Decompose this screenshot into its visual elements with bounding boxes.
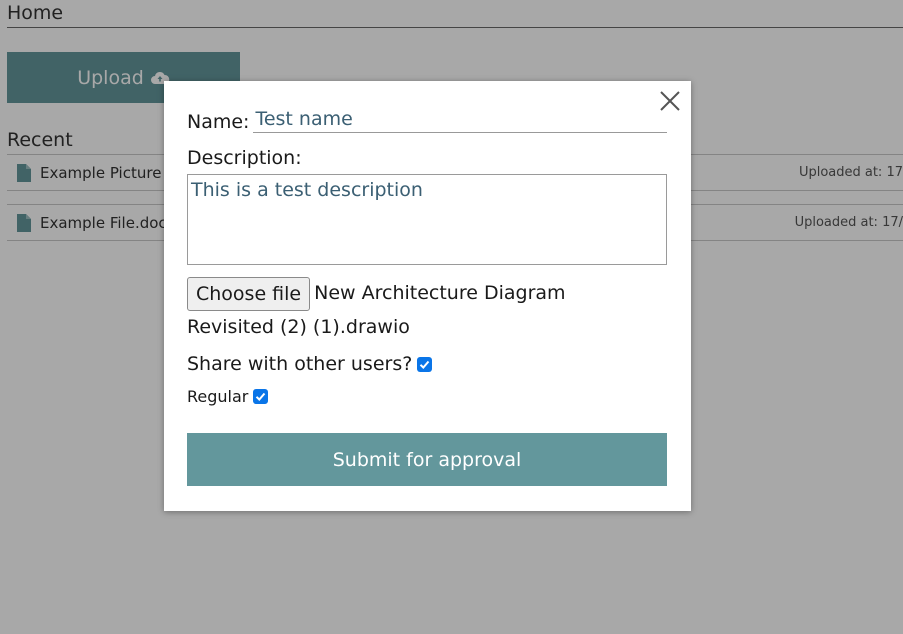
share-checkbox[interactable]: [417, 356, 433, 372]
description-field[interactable]: This is a test description: [187, 174, 667, 265]
file-picker: Choose file New Architecture Diagram Revi…: [187, 277, 587, 343]
name-label: Name:: [187, 111, 250, 133]
submit-button[interactable]: Submit for approval: [187, 433, 667, 486]
regular-row: Regular: [187, 387, 269, 406]
checkmark-icon: [420, 360, 430, 369]
regular-label: Regular: [187, 387, 249, 406]
upload-dialog: Name: Description: This is a test descri…: [164, 81, 691, 511]
checkmark-icon: [256, 392, 266, 401]
name-field[interactable]: [253, 105, 667, 133]
choose-file-button[interactable]: Choose file: [187, 277, 311, 311]
share-label: Share with other users?: [187, 353, 413, 375]
share-row: Share with other users?: [187, 353, 433, 375]
description-label: Description:: [187, 147, 302, 169]
name-row: Name:: [187, 105, 667, 133]
regular-checkbox[interactable]: [253, 389, 269, 404]
